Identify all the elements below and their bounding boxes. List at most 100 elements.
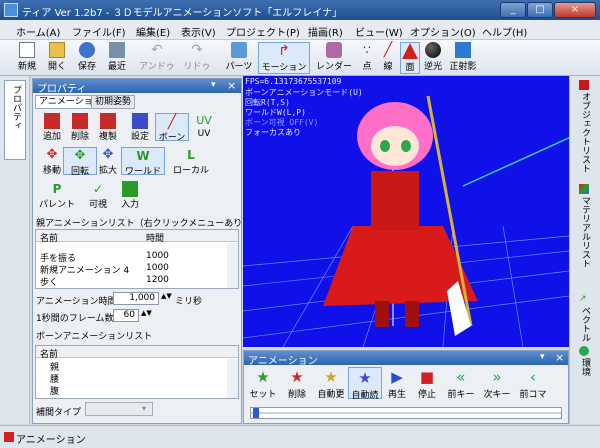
bone-list[interactable]: 名前 親 腰 腹 [35,345,239,399]
scale-icon: ✥ [102,147,114,162]
backlight-button[interactable]: 逆光 [422,42,444,74]
maximize-button[interactable]: □ [527,2,553,18]
menu-edit[interactable]: 編集(E) [136,24,170,39]
save-button[interactable]: 保存 [74,42,100,74]
move-icon: ✥ [46,147,58,162]
chevron-left-icon: ‹ [530,368,536,386]
folder-icon [49,42,65,58]
parts-button[interactable]: パーツ [222,42,256,74]
bone-list-label: ボーンアニメーションリスト [36,332,153,342]
properties-panel: プロパティ ▾ × アニメーション 初期姿勢 追加 削除 複製 設定 ╱ ボーン … [32,78,251,424]
menu-help[interactable]: ヘルプ(H) [482,24,527,39]
auto-update-button[interactable]: ★ 自動更 [314,367,348,400]
table-row[interactable]: 新規アニメーション 4 1000 [36,263,226,276]
menu-render[interactable]: 描画(R) [308,24,343,39]
delete-key-button[interactable]: ★ 削除 [280,367,314,400]
list-item[interactable]: 腰 [36,372,226,385]
interp-label: 補間タイプ [36,408,82,418]
object-list-tab[interactable]: オブジェクトリスト [574,80,596,180]
world-button[interactable]: W ワールド [121,147,165,177]
set-key-button[interactable]: ★ セット [246,367,280,400]
anim-time-unit: ミリ秒 [175,297,203,307]
redo-button[interactable]: ↷ リドゥ [180,42,214,74]
duplicate-button[interactable]: 複製 [91,113,125,142]
prev-key-button[interactable]: «前キー [444,367,478,400]
scale-button[interactable]: ✥ 拡大 [91,147,125,176]
stop-button[interactable]: ■ 停止 [412,367,442,400]
close-icon[interactable]: × [227,79,236,92]
settings-button[interactable]: 設定 [123,113,157,142]
anim-list-scrollbar[interactable] [227,243,238,288]
vector-tab[interactable]: ↗ ベクトル [574,294,596,342]
menu-view[interactable]: 表示(V) [181,24,216,39]
vector-icon: ↗ [579,294,587,304]
star-read-icon: ★ [358,369,372,387]
new-button[interactable]: 新規 [14,42,40,74]
close-icon[interactable]: × [555,351,564,364]
character-eye [401,140,411,152]
motion-button[interactable]: ↱ モーション [258,42,310,74]
ortho-button[interactable]: 正射影 [448,42,478,74]
bone-list-header: 名前 [36,346,238,360]
undo-button[interactable]: ↶ アンドゥ [138,42,176,74]
menu-home[interactable]: ホーム(A) [16,24,60,39]
axis-line [462,136,569,187]
motion-icon: ↱ [278,43,290,59]
menu-project[interactable]: プロジェクト(P) [226,24,300,39]
prev-frame-button[interactable]: ‹ 前コマ [516,367,550,400]
anim-list[interactable]: 名前 時間 手を振る 1000 新規アニメーション 4 1000 歩く 1200 [35,229,239,289]
pin-icon[interactable]: ▾ [540,352,545,362]
anim-list-label: 親アニメーションリスト（右クリックメニューあり） [36,219,252,229]
point-button[interactable]: ∵ 点 [358,42,376,74]
chevron-down-icon: ▾ [142,404,147,413]
local-button[interactable]: L ローカル [169,147,213,176]
close-button[interactable]: × [554,2,596,18]
menu-viewwindow[interactable]: ビュー(W) [355,24,403,39]
fps-stepper[interactable]: ▲▼ [141,309,152,317]
anim-time-stepper[interactable]: ▲▼ [161,292,172,300]
interp-select[interactable]: ▾ [85,402,153,416]
bone-button[interactable]: ╱ ボーン [155,113,189,143]
uv-button[interactable]: UV UV [187,113,221,141]
environment-tab[interactable]: 環境 [574,346,596,382]
line-button[interactable]: ╱ 線 [378,42,398,74]
list-item[interactable]: 腹 [36,384,226,397]
character-body [371,171,419,231]
double-chevron-right-icon: » [492,368,502,386]
next-key-button[interactable]: » 次キー [480,367,514,400]
recent-button[interactable]: 最近 [102,42,132,74]
menu-file[interactable]: ファイル(F) [72,24,126,39]
table-row[interactable]: 歩く 1200 [36,275,226,288]
open-button[interactable]: 開く [44,42,70,74]
face-icon [402,43,418,59]
visible-button[interactable]: ✓ 可視 [81,181,115,210]
3d-viewport[interactable]: FPS=6.13173675537109 ボーンアニメーションモード(U) 回転… [243,76,569,347]
play-button[interactable]: ▶ 再生 [382,367,412,400]
tab-initial-pose[interactable]: 初期姿勢 [91,95,136,109]
title-bar: ティア Ver 1.2b7 - ３Ｄモデルアニメーションソフト「エルフレイナ」 … [0,0,600,20]
fps-input[interactable]: 60 [113,309,139,322]
pin-icon[interactable]: ▾ [211,80,216,90]
face-button[interactable]: 面 [400,42,420,74]
menu-options[interactable]: オプション(O) [410,24,476,39]
status-label[interactable]: アニメーション [16,431,86,446]
properties-side-tab[interactable]: プロパティ [4,80,26,160]
anim-time-label: アニメーション時間 [36,297,117,307]
minimize-button[interactable]: _ [500,2,526,18]
timeline-slider[interactable] [250,407,562,419]
table-row[interactable]: 手を振る 1000 [36,251,226,264]
parent-button[interactable]: P パレント [37,181,77,210]
anim-list-header: 名前 時間 [36,230,238,244]
character-boot [375,301,389,327]
right-side-panel: オブジェクトリスト マテリアルリスト ↗ ベクトル 環境 [569,76,600,424]
material-list-tab[interactable]: マテリアルリスト [574,184,596,290]
auto-read-button[interactable]: ★ 自動読 [348,367,382,401]
input-button[interactable]: 入力 [113,181,147,210]
animation-panel: アニメーション ▾ × ★ セット ★ 削除 ★ 自動更 ★ 自動読 ▶ 再生 ■ 停止 «… [243,350,569,424]
bone-list-scrollbar[interactable] [227,359,238,398]
timeline-thumb[interactable] [253,408,259,418]
anim-time-input[interactable]: 1,000 [113,292,159,305]
render-button[interactable]: レンダー [314,42,354,74]
list-item[interactable]: 親 [36,360,226,373]
delete-icon [72,113,88,129]
